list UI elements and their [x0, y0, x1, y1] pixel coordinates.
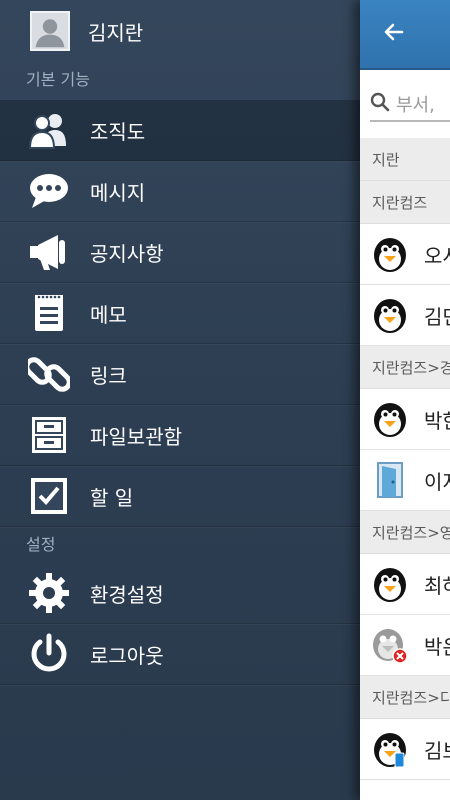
people-icon [28, 109, 70, 151]
group-header: 지란 [360, 138, 450, 181]
contact-name: 박한 [424, 408, 450, 433]
back-arrow-icon[interactable] [382, 20, 406, 48]
penguin-avatar-icon [370, 295, 410, 335]
search-input[interactable]: 부서, [370, 88, 450, 122]
checkbox-icon [28, 475, 70, 517]
menu-item-message[interactable]: 메시지 [0, 161, 360, 222]
profile-row[interactable]: 김지란 [0, 0, 360, 62]
penguin-avatar-icon [370, 399, 410, 439]
group-header: 지란컴즈>디 [360, 676, 450, 719]
menu-label: 공지사항 [90, 241, 164, 266]
offline-penguin-icon [370, 625, 410, 665]
chain-link-icon [28, 353, 70, 395]
menu-item-todo[interactable]: 할 일 [0, 466, 360, 527]
chat-bubble-icon [28, 170, 70, 212]
menu-label: 로그아웃 [90, 643, 164, 668]
contact-row[interactable]: 김보 [360, 719, 450, 780]
contact-row[interactable]: 박한 [360, 389, 450, 450]
menu-label: 링크 [90, 363, 127, 388]
user-avatar-icon [30, 11, 70, 51]
contact-name: 김민 [424, 304, 450, 329]
contact-row[interactable]: 최하 [360, 554, 450, 615]
profile-name: 김지란 [88, 20, 144, 45]
penguin-avatar-icon [370, 564, 410, 604]
contact-name: 김보 [424, 738, 450, 763]
menu-item-memo[interactable]: 메모 [0, 283, 360, 344]
file-cabinet-icon [28, 414, 70, 456]
contact-row[interactable]: 김민 [360, 285, 450, 346]
gear-icon [28, 572, 70, 614]
notepad-icon [28, 292, 70, 334]
menu-label: 조직도 [90, 119, 146, 144]
contact-row[interactable]: 오시 [360, 224, 450, 285]
contact-name: 오시 [424, 243, 450, 268]
mobile-penguin-icon [370, 729, 410, 769]
group-header: 지란컴즈>경 [360, 346, 450, 389]
main-panel: 부서, 지란 지란컴즈 오시 김민 지란컴즈>경 [360, 0, 450, 800]
section-label-basic: 기본 기능 [26, 70, 90, 89]
menu-item-notice[interactable]: 공지사항 [0, 222, 360, 283]
menu-label: 메모 [90, 302, 127, 327]
contact-row[interactable]: 박은 [360, 615, 450, 676]
menu-label: 환경설정 [90, 582, 164, 607]
door-icon [370, 460, 410, 500]
menu-item-preferences[interactable]: 환경설정 [0, 563, 360, 624]
section-label-settings: 설정 [26, 535, 56, 554]
search-icon [370, 92, 390, 116]
menu-item-file-storage[interactable]: 파일보관함 [0, 405, 360, 466]
menu-label: 할 일 [90, 485, 134, 510]
group-header: 지란컴즈 [360, 181, 450, 224]
menu-item-logout[interactable]: 로그아웃 [0, 624, 360, 685]
megaphone-icon [28, 231, 70, 273]
power-icon [28, 633, 70, 675]
penguin-avatar-icon [370, 234, 410, 274]
search-placeholder: 부서, [396, 95, 435, 116]
contact-name: 최하 [424, 573, 450, 598]
menu-label: 파일보관함 [90, 424, 182, 449]
contact-name: 박은 [424, 634, 450, 659]
menu-item-link[interactable]: 링크 [0, 344, 360, 405]
contact-name: 이지 [424, 469, 450, 494]
group-header: 지란컴즈>영 [360, 511, 450, 554]
search-row: 부서, [360, 70, 450, 138]
navigation-drawer: 김지란 기본 기능 조직도 메시지 공지사항 메모 링크 파일보관함 할 일 설… [0, 0, 360, 800]
app-bar [360, 0, 450, 70]
contact-row[interactable]: 이지 [360, 450, 450, 511]
menu-item-org-chart[interactable]: 조직도 [0, 100, 360, 161]
menu-label: 메시지 [90, 180, 146, 205]
